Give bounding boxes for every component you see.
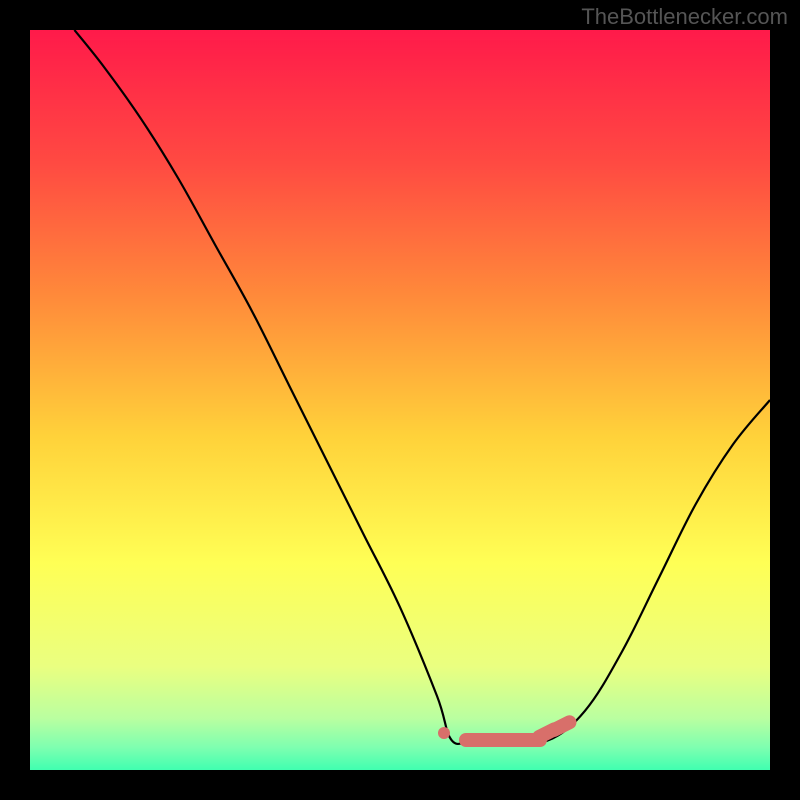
scatter-dot [438, 727, 450, 739]
bottleneck-curve [30, 30, 770, 770]
chart-plot-area [30, 30, 770, 770]
attribution-text: TheBottlenecker.com [581, 4, 788, 30]
